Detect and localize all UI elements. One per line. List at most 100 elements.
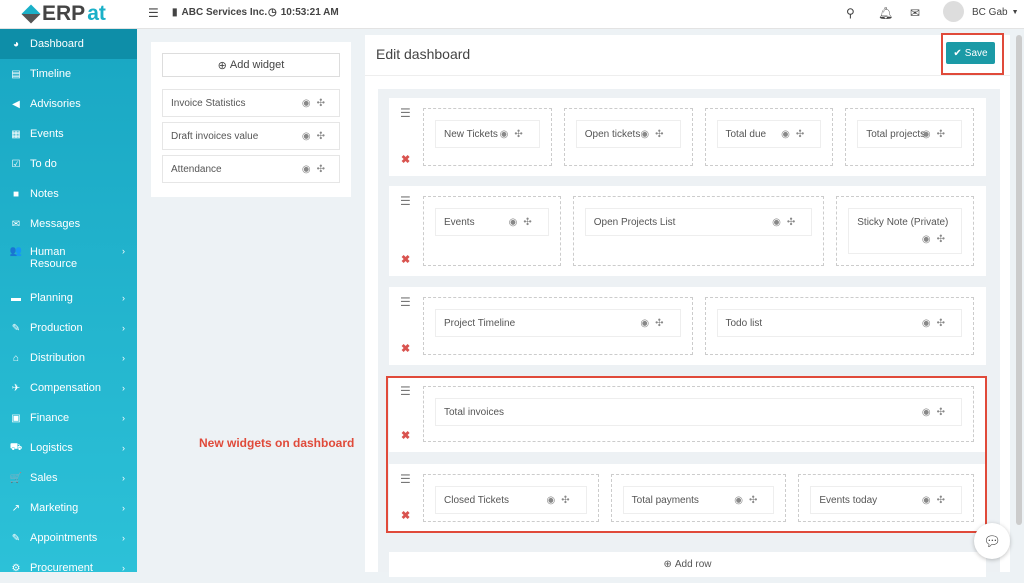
eye-icon[interactable]: ◉ — [500, 129, 515, 140]
eye-icon[interactable]: ◉ — [922, 234, 937, 245]
move-icon[interactable]: ✣ — [937, 234, 951, 245]
sidebar-item-timeline[interactable]: ▤ Timeline — [0, 59, 137, 89]
mail-icon[interactable]: ✉ — [910, 6, 920, 20]
sidebar-item-label: Planning — [30, 292, 73, 304]
eye-icon[interactable]: ◉ — [781, 129, 796, 140]
delete-row-icon[interactable]: ✖ — [401, 153, 410, 166]
move-icon[interactable]: ✣ — [796, 129, 810, 140]
eye-icon[interactable]: ◉ — [302, 131, 317, 142]
add-row-button[interactable]: ⊕ Add row — [389, 552, 986, 577]
eye-icon[interactable]: ◉ — [640, 318, 655, 329]
company-selector[interactable]: ▮ ABC Services Inc. — [172, 7, 267, 18]
move-icon[interactable]: ✣ — [787, 217, 801, 228]
dashboard-widget[interactable]: Events ◉✣ — [435, 208, 549, 236]
dashboard-widget[interactable]: Total due ◉✣ — [716, 120, 822, 148]
sidebar-item-dashboard[interactable]: ◕ Dashboard — [0, 29, 137, 59]
dashboard-icon: ◕ — [12, 38, 20, 50]
production-icon: ✎ — [11, 322, 21, 334]
move-icon[interactable]: ✣ — [655, 318, 669, 329]
dashboard-widget[interactable]: Open tickets ◉✣ — [575, 120, 681, 148]
sidebar-item-distribution[interactable]: ⌂ Distribution › — [0, 343, 137, 373]
sidebar-item-events[interactable]: ▦ Events — [0, 119, 137, 149]
sidebar-item-marketing[interactable]: ↗ Marketing › — [0, 493, 137, 523]
distribution-icon: ⌂ — [12, 352, 20, 364]
move-icon[interactable]: ✣ — [317, 131, 331, 142]
widget-tools: ◉✣ — [500, 129, 529, 140]
sidebar-item-compensation[interactable]: ✈ Compensation › — [0, 373, 137, 403]
sidebar-item-human-resource[interactable]: 👥 Human Resource › — [0, 239, 137, 283]
sidebar-item-label: Timeline — [30, 68, 72, 80]
move-icon[interactable]: ✣ — [937, 318, 951, 329]
dashboard-column: Total due ◉✣ — [704, 108, 834, 166]
sidebar-item-label: Sales — [30, 472, 58, 484]
dashboard-column: Open Projects List ◉✣ — [572, 196, 825, 266]
move-icon[interactable]: ✣ — [937, 129, 951, 140]
drag-handle-icon[interactable]: ☰ — [400, 194, 411, 208]
chat-button[interactable]: 💬︎ — [974, 523, 1010, 559]
sidebar-item-label: Marketing — [30, 502, 79, 514]
drag-handle-icon[interactable]: ☰ — [400, 295, 411, 309]
dashboard-widget[interactable]: Total projects ◉✣ — [857, 120, 962, 148]
eye-icon[interactable]: ◉ — [772, 217, 787, 228]
eye-icon[interactable]: ◉ — [640, 129, 655, 140]
available-widget[interactable]: Attendance ◉✣ — [162, 155, 340, 183]
sidebar-item-messages[interactable]: ✉ Messages — [0, 209, 137, 239]
sidebar-item-sales[interactable]: 🛒 Sales › — [0, 463, 137, 493]
chat-icon: 💬︎ — [983, 532, 1001, 549]
available-widget[interactable]: Invoice Statistics ◉✣ — [162, 89, 340, 117]
widget-tools: ◉✣ — [772, 217, 801, 228]
move-icon[interactable]: ✣ — [317, 164, 331, 175]
dashboard-widget[interactable]: Open Projects List ◉✣ — [584, 208, 813, 236]
sales-icon: 🛒 — [9, 472, 23, 484]
dashboard-column: New Tickets ◉✣ — [423, 108, 552, 166]
eye-icon[interactable]: ◉ — [509, 217, 524, 228]
dashboard-row: ☰ ✖ Events ◉✣ Open Projects List ◉✣ Sticky Not… — [389, 186, 986, 276]
move-icon[interactable]: ✣ — [514, 129, 528, 140]
timeline-icon: ▤ — [11, 68, 21, 80]
dashboard-row: ☰ ✖ Project Timeline ◉✣ Todo list ◉✣ — [389, 287, 986, 365]
sidebar-item-procurement[interactable]: ⚙ Procurement › — [0, 553, 137, 583]
avatar[interactable] — [943, 1, 964, 22]
sidebar-item-label: To do — [30, 158, 57, 170]
sidebar-item-advisories[interactable]: ◀ Advisories — [0, 89, 137, 119]
add-widget-label: Add widget — [229, 59, 285, 71]
search-icon[interactable]: ⚲ — [846, 6, 855, 20]
widget-tools: ◉✣ — [640, 318, 669, 329]
sidebar-item-appointments[interactable]: ✎ Appointments › — [0, 523, 137, 553]
eye-icon[interactable]: ◉ — [302, 98, 317, 109]
sidebar-item-to-do[interactable]: ☑ To do — [0, 149, 137, 179]
delete-row-icon[interactable]: ✖ — [401, 253, 410, 266]
eye-icon[interactable]: ◉ — [922, 318, 937, 329]
dashboard-widget[interactable]: New Tickets ◉✣ — [435, 120, 540, 148]
dashboard-widget[interactable]: Todo list ◉✣ — [716, 309, 962, 337]
sidebar-item-logistics[interactable]: ⛟ Logistics › — [0, 433, 137, 463]
plus-circle-icon: ⊕ — [217, 59, 227, 72]
logo-text: ERP — [42, 2, 86, 25]
available-widget[interactable]: Draft invoices value ◉✣ — [162, 122, 340, 150]
dashboard-widget[interactable]: Sticky Note (Private) ◉✣ — [848, 208, 962, 254]
add-widget-button[interactable]: ⊕ Add widget — [162, 53, 340, 77]
user-menu[interactable]: BC Gab ▼ — [972, 7, 1019, 18]
delete-row-icon[interactable]: ✖ — [401, 342, 410, 355]
sidebar-item-label: Compensation — [30, 382, 101, 394]
bell-icon[interactable]: 🔔︎ — [878, 6, 893, 20]
sidebar-item-notes[interactable]: ■ Notes — [0, 179, 137, 209]
annotation-text: New widgets on dashboard — [199, 436, 355, 450]
move-icon[interactable]: ✣ — [655, 129, 669, 140]
drag-handle-icon[interactable]: ☰ — [400, 106, 411, 120]
sidebar-item-planning[interactable]: ▬ Planning › — [0, 283, 137, 313]
sidebar-item-finance[interactable]: ▣ Finance › — [0, 403, 137, 433]
scrollbar[interactable] — [1016, 35, 1022, 525]
messages-icon: ✉ — [11, 218, 21, 230]
move-icon[interactable]: ✣ — [523, 217, 537, 228]
move-icon[interactable]: ✣ — [317, 98, 331, 109]
logo[interactable]: ERP at — [21, 2, 106, 26]
dashboard-column: Project Timeline ◉✣ — [423, 297, 693, 355]
eye-icon[interactable]: ◉ — [302, 164, 317, 175]
dashboard-widget[interactable]: Project Timeline ◉✣ — [435, 309, 681, 337]
sidebar-toggle-icon[interactable]: ☰ — [148, 6, 159, 20]
eye-icon[interactable]: ◉ — [922, 129, 937, 140]
sidebar-item-label: Events — [30, 128, 64, 140]
logo-mark-icon — [21, 4, 41, 24]
sidebar-item-production[interactable]: ✎ Production › — [0, 313, 137, 343]
